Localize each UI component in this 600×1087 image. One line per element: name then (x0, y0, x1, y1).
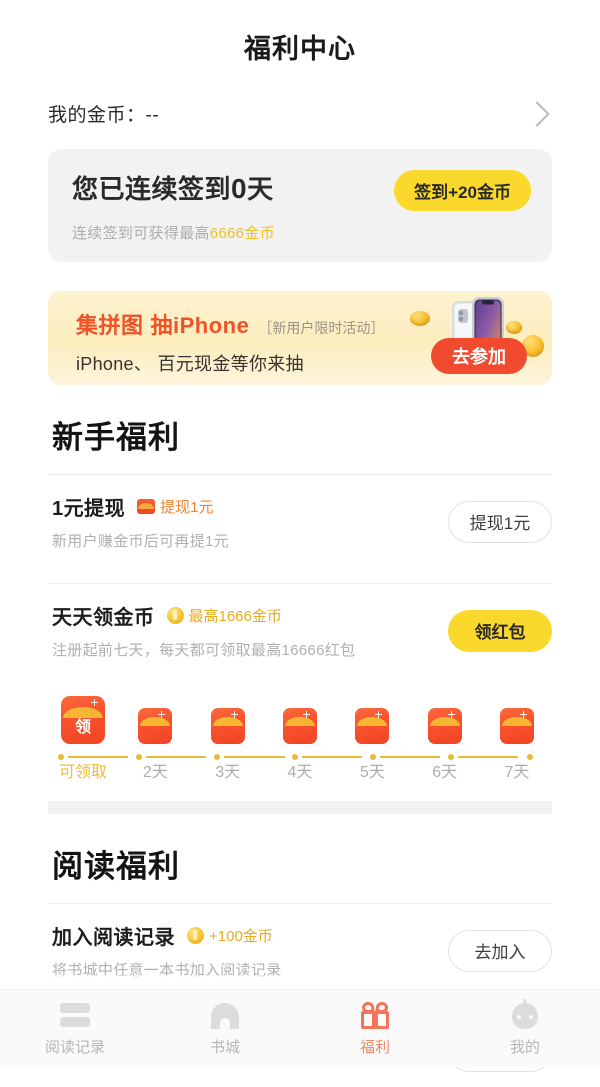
benefit-info: 加入阅读记录 +100金币 将书城中任意一本书加入阅读记录 (52, 921, 448, 980)
benefit-badge: 最高1666金币 (167, 605, 282, 626)
day-packet-1[interactable]: 领 (52, 696, 114, 744)
nav-label: 我的 (510, 1036, 540, 1057)
benefit-head: 加入阅读记录 +100金币 (52, 921, 448, 950)
red-packet-icon (355, 708, 389, 744)
gold-coin-icon (410, 311, 430, 326)
section-title-newbie: 新手福利 (52, 412, 600, 457)
iphone-promo-banner[interactable]: 集拼图抽iPhone ［新用户限时活动］ iPhone、 百元现金等你来抽 (48, 291, 552, 385)
signin-subtitle-prefix: 连续签到可获得最高 (72, 225, 210, 242)
benefit-row-daily-coins[interactable]: 天天领金币 最高1666金币 注册起前七天，每天都可领取最高16666红包 领红… (48, 584, 552, 675)
promo-title-b: 抽iPhone (151, 313, 250, 338)
seven-day-progress: 领 可领取 2天 3天 4天 5天 6天 7天 (52, 684, 548, 784)
benefit-row-join-reading-record[interactable]: 加入阅读记录 +100金币 将书城中任意一本书加入阅读记录 去加入 (48, 904, 552, 995)
signin-subtitle: 连续签到可获得最高6666金币 (72, 222, 528, 243)
withdraw-button[interactable]: 提现1元 (448, 501, 552, 543)
nav-item-bookstore[interactable]: 书城 (150, 1001, 300, 1057)
bottom-navigation-bar: 阅读记录 书城 福利 我的 (0, 989, 600, 1067)
benefit-subtitle: 将书城中任意一本书加入阅读记录 (52, 959, 448, 980)
signin-button[interactable]: 签到+20金币 (394, 170, 531, 211)
benefit-badge: +100金币 (187, 925, 273, 946)
day-packet-5[interactable] (341, 708, 403, 744)
benefit-info: 1元提现 提现1元 新用户赚金币后可再提1元 (52, 492, 448, 551)
benefit-info: 天天领金币 最高1666金币 注册起前七天，每天都可领取最高16666红包 (52, 601, 448, 660)
promo-title-a: 集拼图 (76, 313, 144, 338)
signin-subtitle-highlight: 6666金币 (210, 225, 275, 242)
gold-coin-icon (187, 927, 204, 944)
chevron-right-icon[interactable] (524, 101, 549, 126)
signin-title-suffix: 天 (247, 174, 274, 204)
nav-label: 阅读记录 (45, 1036, 105, 1057)
bookstore-icon (211, 1001, 239, 1031)
gold-coin-icon (167, 607, 184, 624)
gift-icon (361, 1001, 389, 1031)
day-packets: 领 (52, 684, 548, 744)
red-packet-icon (138, 708, 172, 744)
signin-title-prefix: 您已连续签到 (72, 174, 231, 204)
benefit-name: 1元提现 (52, 492, 125, 521)
benefit-badge-text: 最高1666金币 (189, 605, 282, 626)
packet-claim-label: 领 (61, 713, 105, 737)
red-packet-icon (283, 708, 317, 744)
red-packet-icon: 领 (61, 696, 105, 744)
section-separator-band (48, 801, 552, 814)
page-title: 福利中心 (0, 0, 600, 66)
benefit-subtitle: 新用户赚金币后可再提1元 (52, 530, 448, 551)
benefit-name: 天天领金币 (52, 601, 155, 630)
benefit-head: 天天领金币 最高1666金币 (52, 601, 448, 630)
nav-item-mine[interactable]: 我的 (450, 1001, 600, 1057)
nav-label: 书城 (210, 1036, 240, 1057)
profile-avatar-icon (512, 1001, 538, 1031)
day-packet-3[interactable] (197, 708, 259, 744)
day-packet-2[interactable] (124, 708, 186, 744)
benefit-head: 1元提现 提现1元 (52, 492, 448, 521)
my-coins-row[interactable]: 我的金币：-- (48, 100, 552, 127)
red-packet-icon (428, 708, 462, 744)
benefit-row-withdraw[interactable]: 1元提现 提现1元 新用户赚金币后可再提1元 提现1元 (48, 475, 552, 566)
benefit-name: 加入阅读记录 (52, 921, 175, 950)
join-reading-button[interactable]: 去加入 (448, 930, 552, 972)
signin-card: 您已连续签到0天 连续签到可获得最高6666金币 签到+20金币 (48, 149, 552, 262)
day-packet-4[interactable] (269, 708, 331, 744)
promo-tag: ［新用户限时活动］ (258, 318, 384, 338)
day-packet-7[interactable] (486, 708, 548, 744)
benefit-badge: 提现1元 (137, 496, 213, 517)
red-packet-icon (500, 708, 534, 744)
promo-title: 集拼图抽iPhone (76, 308, 249, 340)
nav-label: 福利 (360, 1036, 390, 1057)
red-packet-icon (211, 708, 245, 744)
books-icon (60, 1001, 90, 1031)
red-envelope-icon (137, 499, 155, 514)
claim-red-packet-button[interactable]: 领红包 (448, 610, 552, 652)
progress-line (58, 752, 542, 762)
day-packet-6[interactable] (414, 708, 476, 744)
signin-days-count: 0 (231, 173, 247, 204)
promo-join-button[interactable]: 去参加 (431, 338, 527, 374)
section-title-reading: 阅读福利 (52, 841, 600, 886)
benefit-badge-text: +100金币 (209, 925, 273, 946)
my-coins-label: 我的金币：-- (48, 100, 159, 127)
nav-item-welfare[interactable]: 福利 (300, 1001, 450, 1057)
nav-item-reading-record[interactable]: 阅读记录 (0, 1001, 150, 1057)
benefit-badge-text: 提现1元 (160, 496, 213, 517)
benefit-subtitle: 注册起前七天，每天都可领取最高16666红包 (52, 639, 448, 660)
